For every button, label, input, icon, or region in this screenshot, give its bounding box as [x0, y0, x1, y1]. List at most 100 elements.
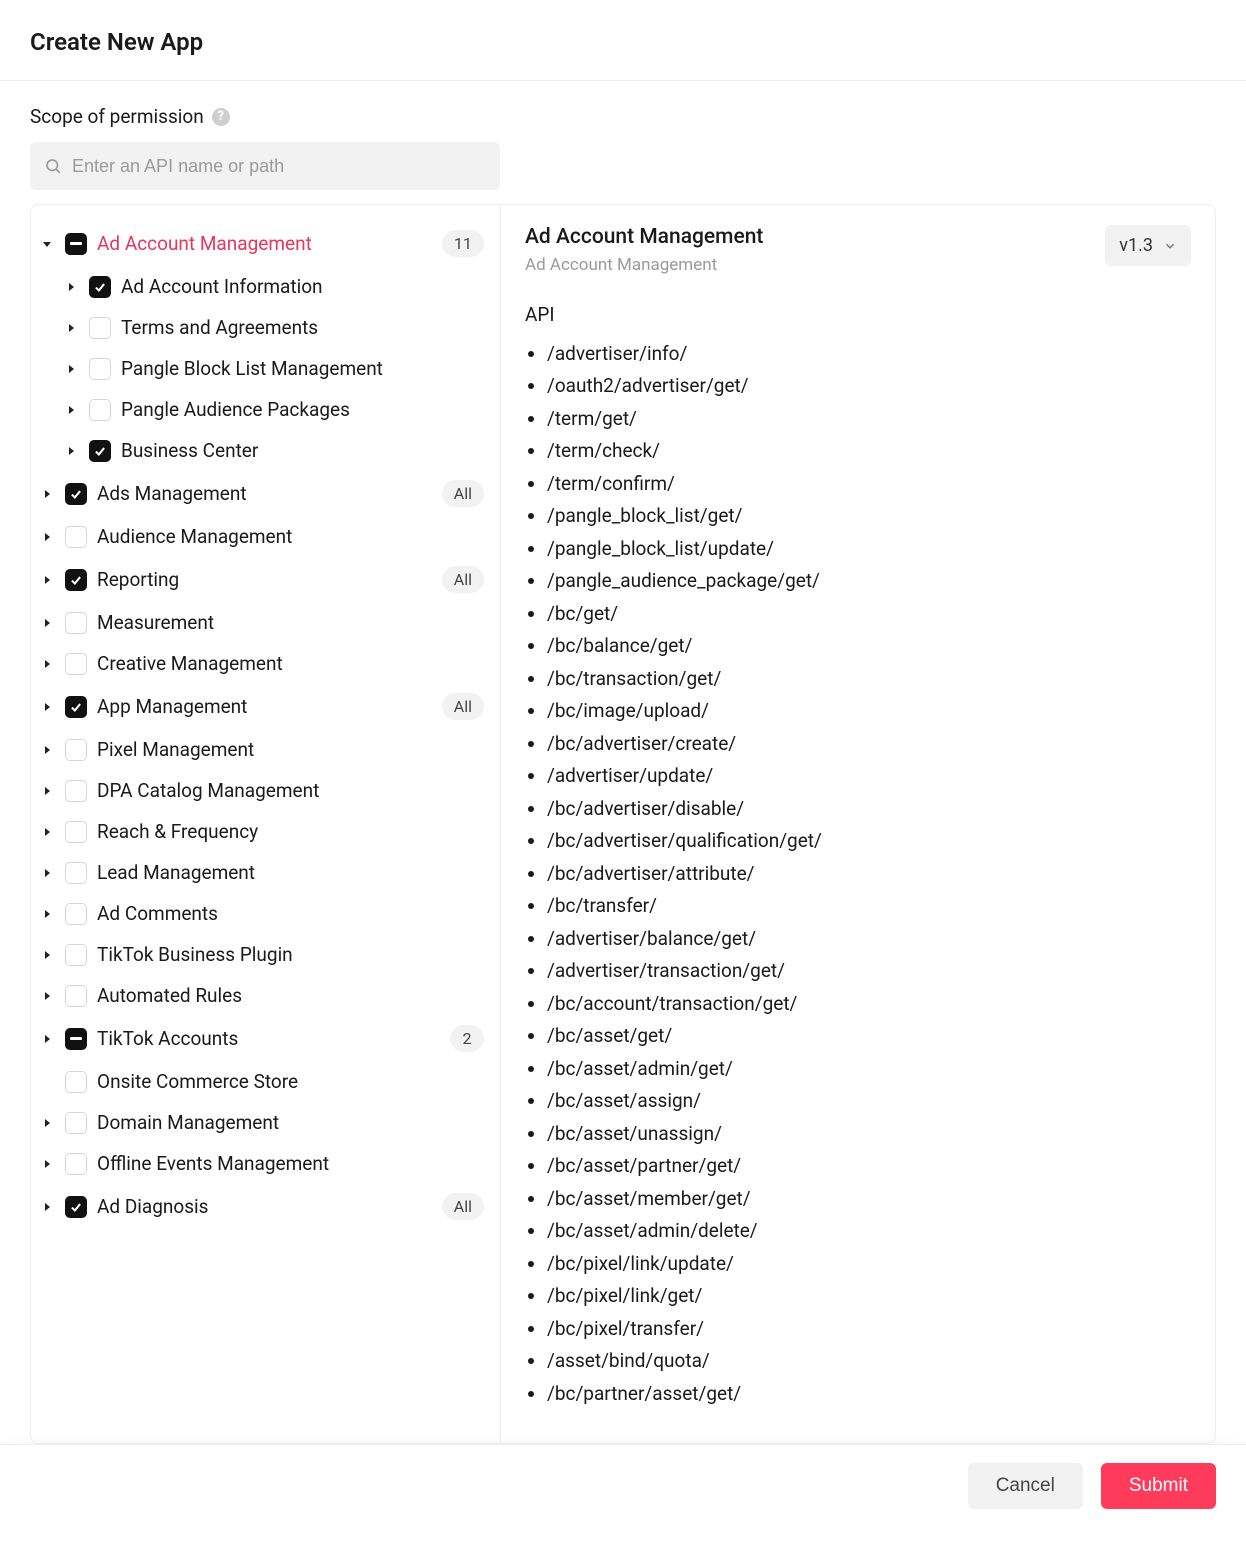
checkbox-icon[interactable]	[65, 821, 87, 843]
tree-item[interactable]: Ad Account Information	[39, 266, 492, 307]
tree-item[interactable]: Terms and Agreements	[39, 307, 492, 348]
tree-item[interactable]: Automated Rules	[39, 975, 492, 1016]
expand-caret-icon[interactable]	[39, 1201, 55, 1213]
tree-item[interactable]: Ad Account Management11	[39, 221, 492, 266]
api-item: /bc/asset/assign/	[547, 1085, 1191, 1117]
tree-item[interactable]: Pixel Management	[39, 729, 492, 770]
tree-item[interactable]: Onsite Commerce Store	[39, 1061, 492, 1102]
api-item: /bc/transfer/	[547, 890, 1191, 922]
tree-item[interactable]: TikTok Business Plugin	[39, 934, 492, 975]
tree-item[interactable]: Offline Events Management	[39, 1143, 492, 1184]
tree-item[interactable]: Ad DiagnosisAll	[39, 1184, 492, 1229]
tree-item[interactable]: Pangle Audience Packages	[39, 389, 492, 430]
expand-caret-icon[interactable]	[39, 908, 55, 920]
tree-item[interactable]: Ads ManagementAll	[39, 471, 492, 516]
checkbox-icon[interactable]	[65, 1028, 87, 1050]
api-item: /asset/bind/quota/	[547, 1345, 1191, 1377]
expand-caret-icon[interactable]	[39, 1033, 55, 1045]
tree-item-label: Lead Management	[97, 861, 255, 884]
permission-tree[interactable]: Ad Account Management11Ad Account Inform…	[31, 205, 501, 1443]
expand-caret-icon[interactable]	[39, 658, 55, 670]
checkbox-icon[interactable]	[65, 1196, 87, 1218]
checkbox-icon[interactable]	[65, 483, 87, 505]
submit-button[interactable]: Submit	[1101, 1463, 1216, 1509]
tree-item-label: Automated Rules	[97, 984, 242, 1007]
section-label: Scope of permission	[30, 105, 204, 128]
checkbox-icon[interactable]	[65, 696, 87, 718]
tree-item-label: Ads Management	[97, 482, 247, 505]
expand-caret-icon[interactable]	[39, 531, 55, 543]
expand-caret-icon[interactable]	[39, 949, 55, 961]
expand-caret-icon[interactable]	[39, 1117, 55, 1129]
help-icon[interactable]: ?	[212, 108, 230, 126]
expand-caret-icon[interactable]	[39, 701, 55, 713]
checkbox-icon[interactable]	[65, 526, 87, 548]
tree-item-label: Reporting	[97, 568, 179, 591]
tree-item[interactable]: Audience Management	[39, 516, 492, 557]
tree-item[interactable]: Business Center	[39, 430, 492, 471]
expand-caret-icon[interactable]	[39, 617, 55, 629]
expand-caret-icon[interactable]	[39, 488, 55, 500]
checkbox-icon[interactable]	[65, 569, 87, 591]
api-item: /pangle_audience_package/get/	[547, 565, 1191, 597]
cancel-button[interactable]: Cancel	[968, 1463, 1083, 1509]
api-item: /bc/asset/get/	[547, 1020, 1191, 1052]
checkbox-icon[interactable]	[89, 440, 111, 462]
api-item: /bc/asset/partner/get/	[547, 1150, 1191, 1182]
checkbox-icon[interactable]	[65, 1071, 87, 1093]
api-item: /bc/get/	[547, 598, 1191, 630]
tree-item[interactable]: TikTok Accounts2	[39, 1016, 492, 1061]
tree-item[interactable]: App ManagementAll	[39, 684, 492, 729]
api-item: /bc/asset/member/get/	[547, 1183, 1191, 1215]
count-badge: All	[442, 693, 484, 720]
checkbox-icon[interactable]	[89, 358, 111, 380]
tree-item[interactable]: Reach & Frequency	[39, 811, 492, 852]
checkbox-icon[interactable]	[65, 944, 87, 966]
expand-caret-icon[interactable]	[39, 574, 55, 586]
api-item: /pangle_block_list/update/	[547, 533, 1191, 565]
checkbox-icon[interactable]	[89, 276, 111, 298]
tree-item-label: Pangle Block List Management	[121, 357, 383, 380]
expand-caret-icon[interactable]	[39, 238, 55, 250]
api-item: /bc/transaction/get/	[547, 663, 1191, 695]
checkbox-icon[interactable]	[65, 903, 87, 925]
expand-caret-icon[interactable]	[39, 990, 55, 1002]
version-select[interactable]: v1.3	[1105, 225, 1191, 266]
tree-item[interactable]: Lead Management	[39, 852, 492, 893]
tree-item[interactable]: DPA Catalog Management	[39, 770, 492, 811]
expand-caret-icon[interactable]	[63, 281, 79, 293]
tree-item[interactable]: Domain Management	[39, 1102, 492, 1143]
tree-item[interactable]: Pangle Block List Management	[39, 348, 492, 389]
expand-caret-icon[interactable]	[63, 404, 79, 416]
expand-caret-icon[interactable]	[63, 445, 79, 457]
checkbox-icon[interactable]	[65, 1153, 87, 1175]
expand-caret-icon[interactable]	[39, 785, 55, 797]
expand-caret-icon[interactable]	[63, 363, 79, 375]
tree-item-label: Pangle Audience Packages	[121, 398, 350, 421]
checkbox-icon[interactable]	[65, 739, 87, 761]
api-item: /term/check/	[547, 435, 1191, 467]
search-input[interactable]	[62, 146, 486, 187]
checkbox-icon[interactable]	[65, 233, 87, 255]
tree-item[interactable]: ReportingAll	[39, 557, 492, 602]
checkbox-icon[interactable]	[89, 399, 111, 421]
api-list: /advertiser/info//oauth2/advertiser/get/…	[525, 338, 1191, 1410]
tree-item-label: Reach & Frequency	[97, 820, 258, 843]
expand-caret-icon[interactable]	[39, 1158, 55, 1170]
tree-item[interactable]: Creative Management	[39, 643, 492, 684]
api-item: /advertiser/update/	[547, 760, 1191, 792]
expand-caret-icon[interactable]	[39, 867, 55, 879]
expand-caret-icon[interactable]	[39, 826, 55, 838]
expand-caret-icon[interactable]	[39, 744, 55, 756]
checkbox-icon[interactable]	[65, 612, 87, 634]
expand-caret-icon[interactable]	[63, 322, 79, 334]
tree-item[interactable]: Ad Comments	[39, 893, 492, 934]
checkbox-icon[interactable]	[65, 1112, 87, 1134]
checkbox-icon[interactable]	[89, 317, 111, 339]
checkbox-icon[interactable]	[65, 862, 87, 884]
checkbox-icon[interactable]	[65, 653, 87, 675]
checkbox-icon[interactable]	[65, 985, 87, 1007]
tree-item[interactable]: Measurement	[39, 602, 492, 643]
api-item: /bc/asset/admin/delete/	[547, 1215, 1191, 1247]
checkbox-icon[interactable]	[65, 780, 87, 802]
